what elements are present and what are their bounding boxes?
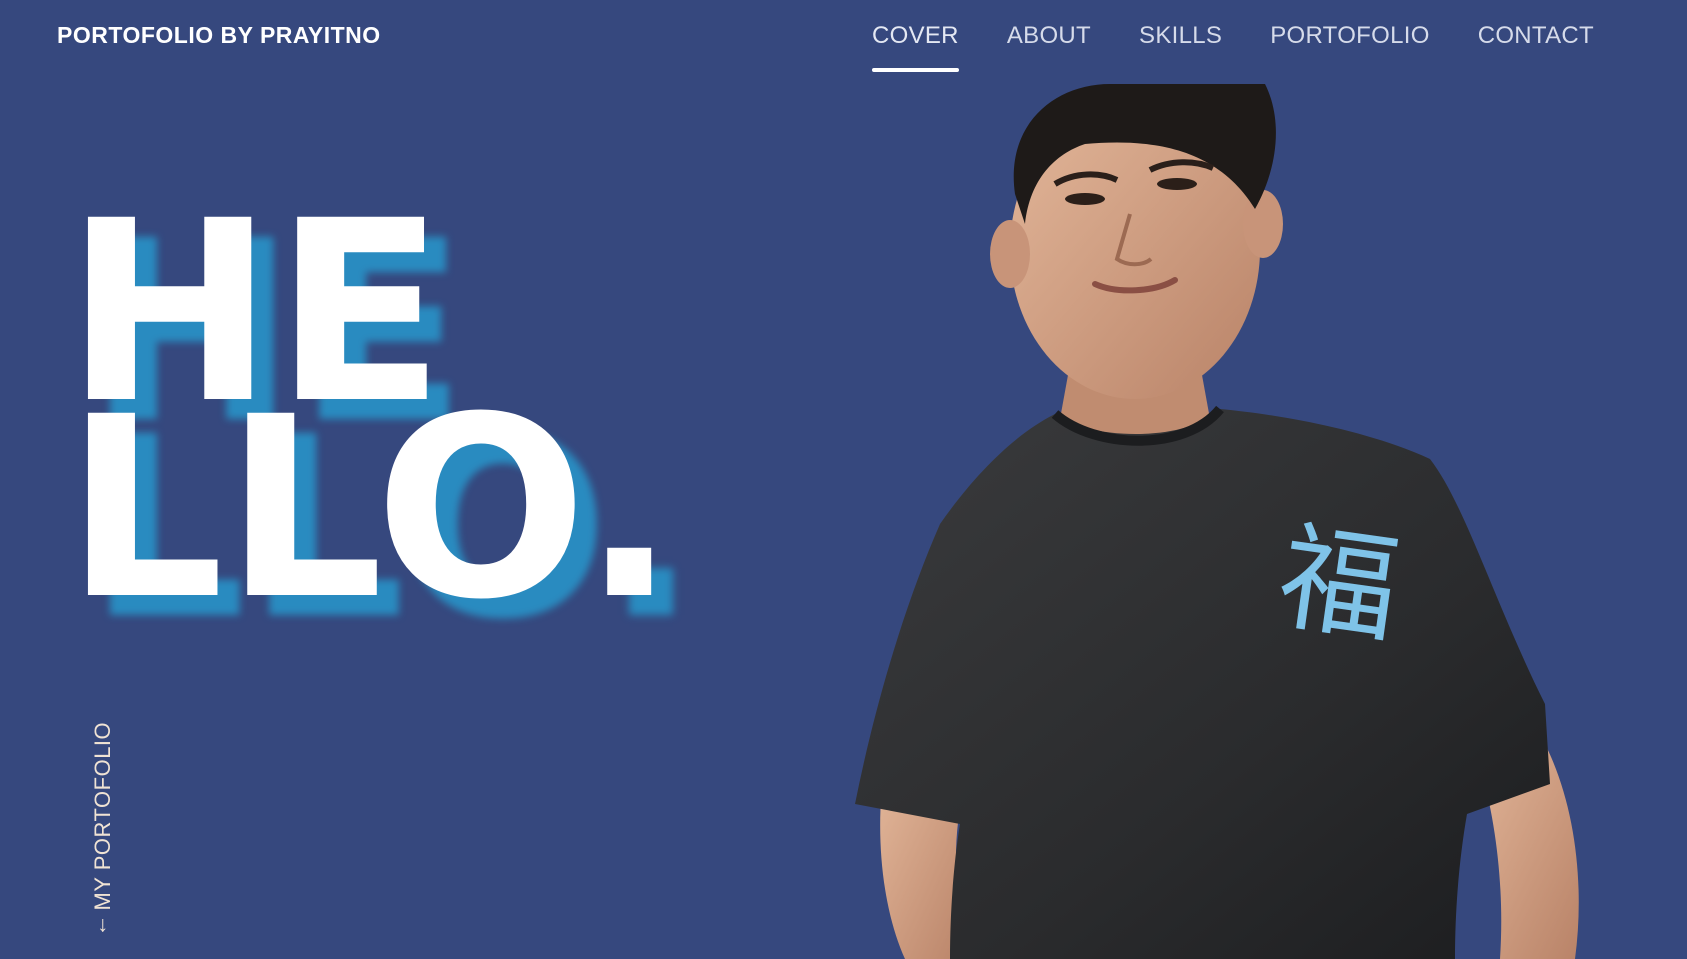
cover-page: PORTOFOLIO BY PRAYITNO COVER ABOUT SKILL… xyxy=(0,0,1687,959)
nav-skills[interactable]: SKILLS xyxy=(1139,22,1222,72)
my-portofolio-link[interactable]: ↓ MY PORTOFOLIO xyxy=(90,721,116,937)
main-nav: COVER ABOUT SKILLS PORTOFOLIO CONTACT xyxy=(871,22,1594,72)
hero-line-2: LLO. xyxy=(65,363,677,654)
hero-heading: HE LLO. xyxy=(65,188,705,654)
profile-photo: 福 xyxy=(855,84,1591,959)
nav-portofolio[interactable]: PORTOFOLIO xyxy=(1270,22,1429,72)
my-portofolio-label: MY PORTOFOLIO xyxy=(90,721,115,911)
arrow-down-icon: ↓ xyxy=(97,911,109,937)
nav-contact[interactable]: CONTACT xyxy=(1478,22,1594,72)
right-eye xyxy=(1157,178,1197,190)
left-eye xyxy=(1065,193,1105,205)
shirt-print: 福 xyxy=(1271,507,1407,660)
right-ear xyxy=(1243,190,1283,258)
brand-link[interactable]: PORTOFOLIO BY PRAYITNO xyxy=(57,22,381,49)
nav-about[interactable]: ABOUT xyxy=(1007,22,1091,72)
shirt xyxy=(855,409,1550,959)
left-ear xyxy=(990,220,1030,288)
nav-cover[interactable]: COVER xyxy=(871,22,959,72)
